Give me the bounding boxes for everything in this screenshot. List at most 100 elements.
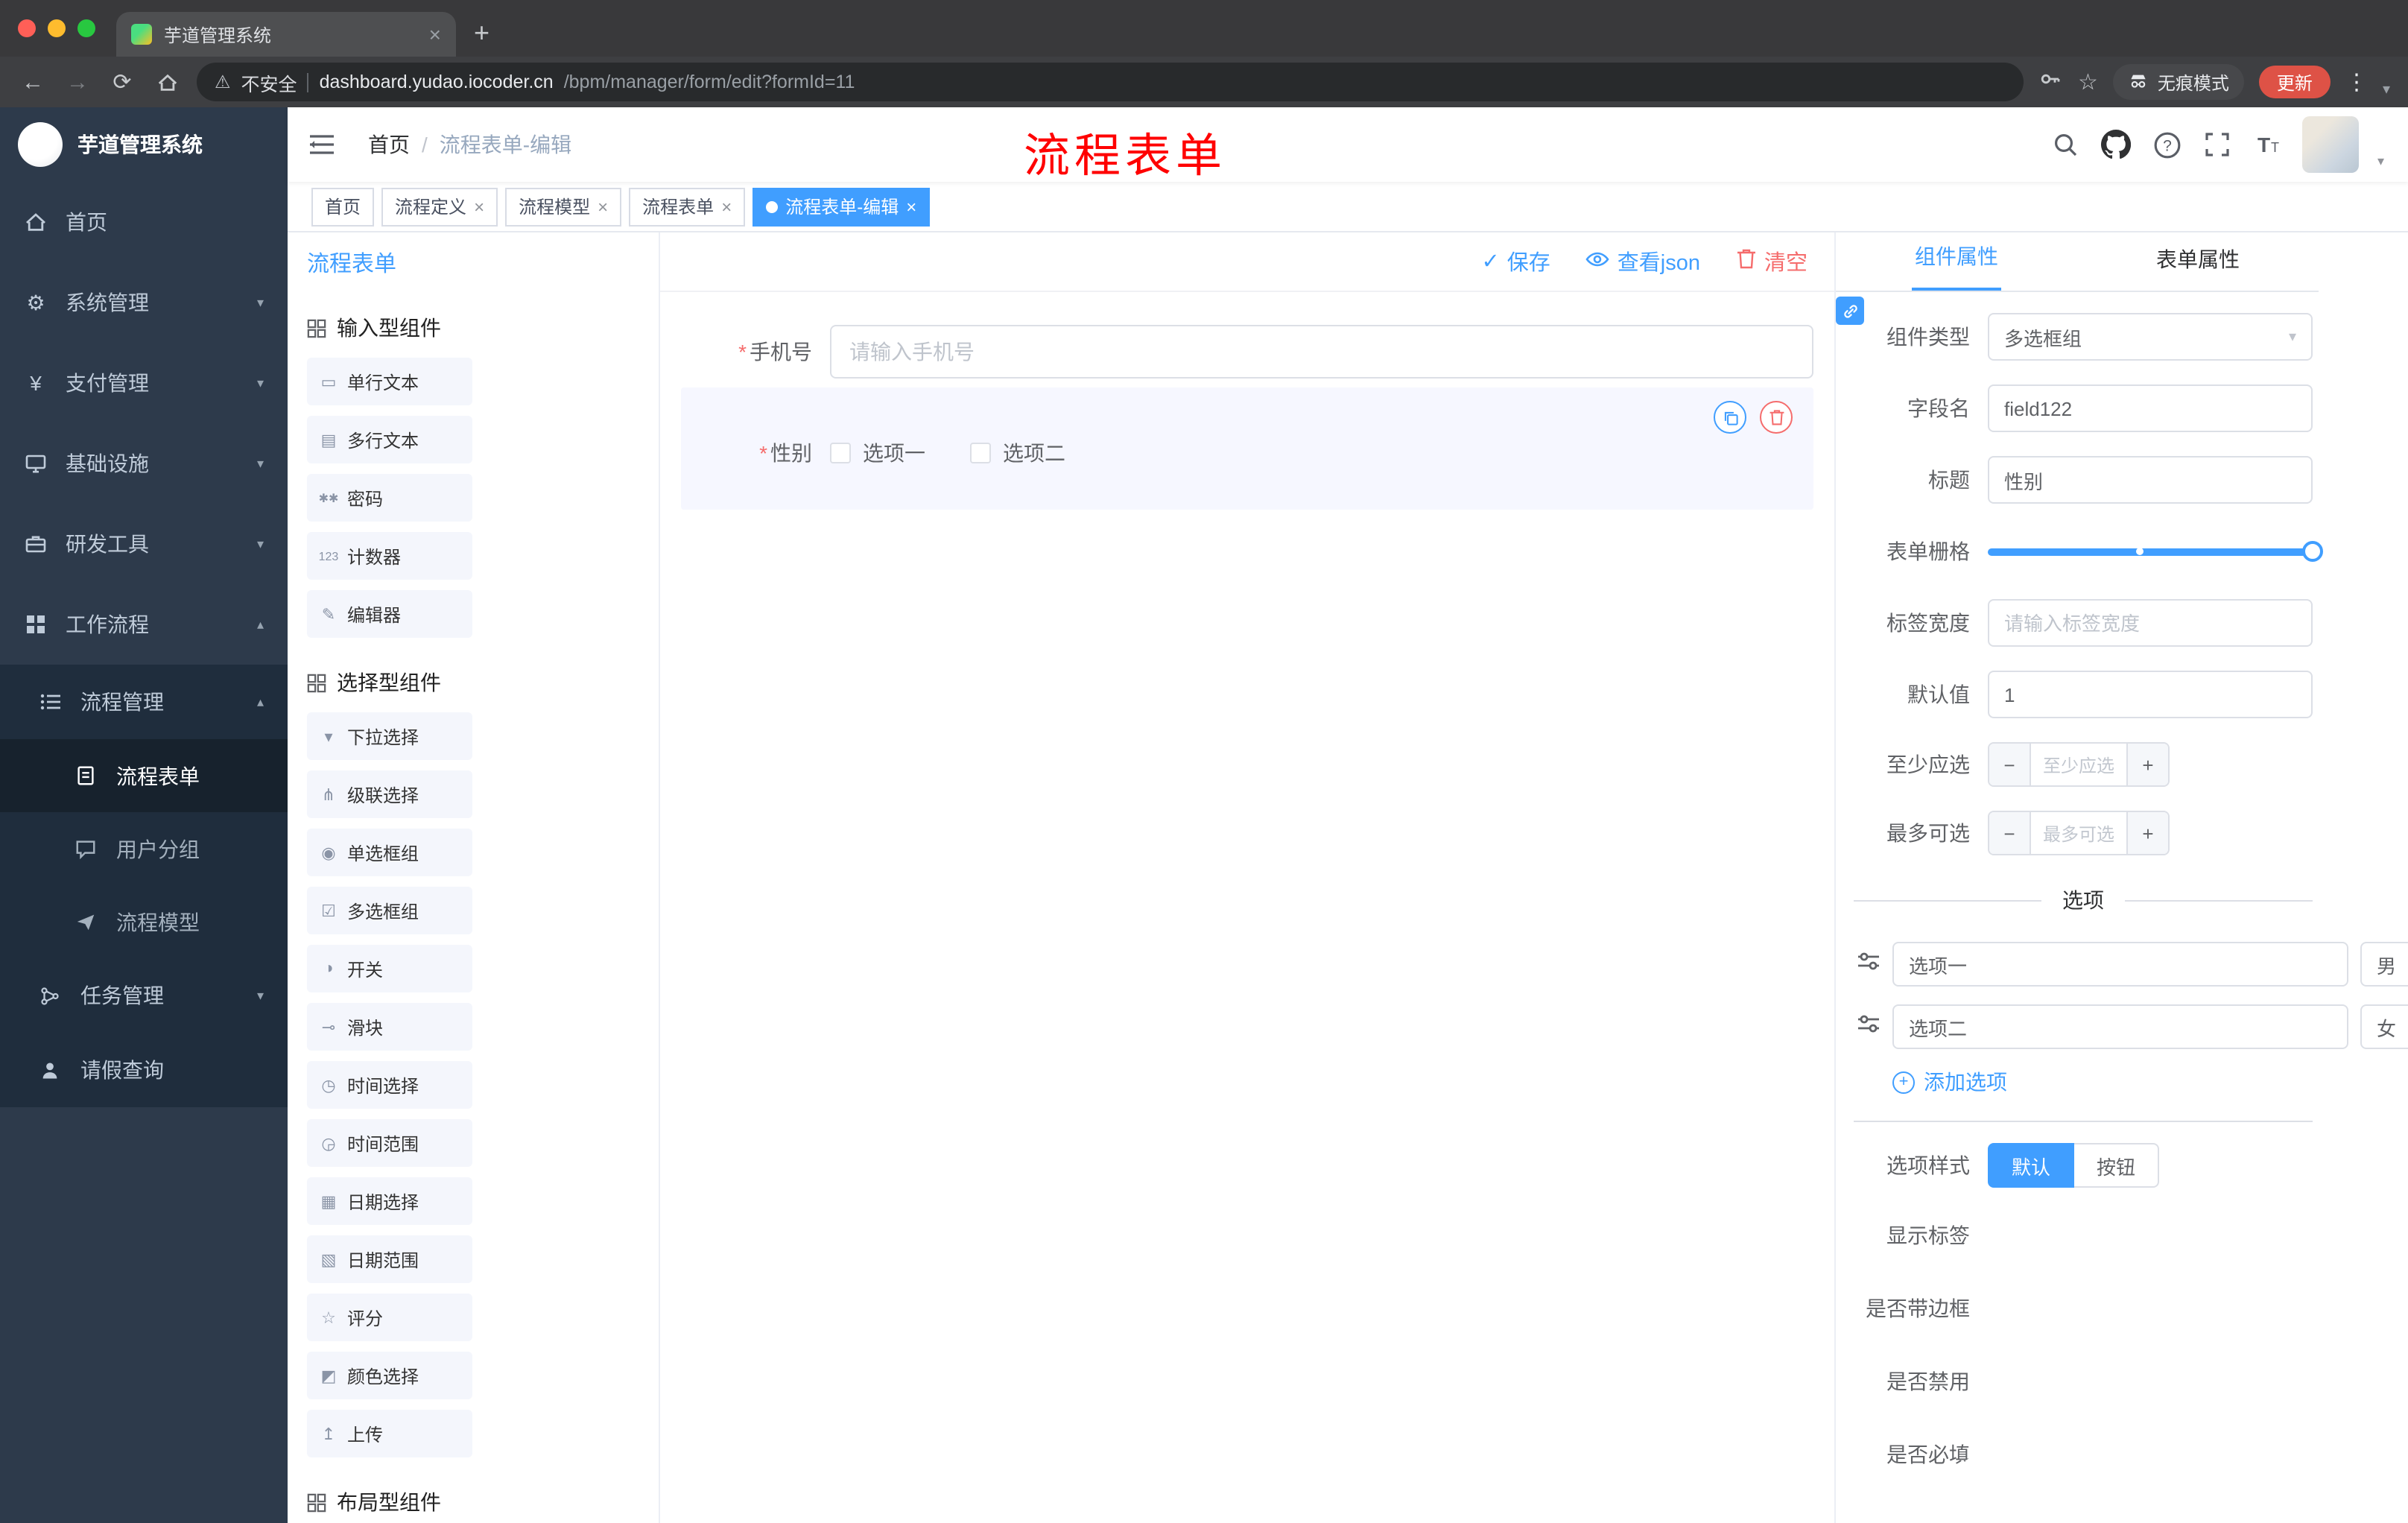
copy-item-button[interactable]	[1714, 401, 1746, 434]
tab-close-icon[interactable]: ×	[429, 22, 441, 46]
sidebar-item-task-mgmt[interactable]: 任务管理 ▾	[0, 958, 288, 1033]
style-button-button[interactable]: 按钮	[2074, 1143, 2160, 1188]
new-tab-button[interactable]: +	[474, 18, 489, 49]
min-select-value[interactable]: 至少应选	[2031, 744, 2126, 785]
font-size-icon[interactable]: TT	[2252, 128, 2285, 161]
sidebar-item-workflow[interactable]: 工作流程 ▴	[0, 584, 288, 665]
max-select-value[interactable]: 最多可选	[2031, 812, 2126, 854]
grid-slider[interactable]	[1988, 528, 2323, 575]
tag-close-icon[interactable]: ×	[598, 196, 608, 217]
tab-component-props[interactable]: 组件属性	[1836, 232, 2077, 291]
decrease-button[interactable]: −	[1989, 812, 2031, 854]
sidebar-item-process-model[interactable]: 流程模型	[0, 885, 288, 958]
link-icon[interactable]	[1836, 297, 1864, 325]
sidebar-item-process-form[interactable]: 流程表单	[0, 739, 288, 812]
increase-button[interactable]: +	[2126, 812, 2168, 854]
clear-button[interactable]: 清空	[1736, 246, 1807, 277]
palette-item-upload[interactable]: ↥ 上传	[307, 1410, 472, 1457]
browser-tab[interactable]: 芋道管理系统 ×	[116, 12, 456, 57]
bookmark-star-icon[interactable]: ☆	[2078, 69, 2098, 95]
default-value-input[interactable]	[1988, 671, 2313, 718]
help-icon[interactable]: ?	[2151, 128, 2184, 161]
reload-icon[interactable]: ⟳	[107, 69, 137, 95]
decrease-button[interactable]: −	[1989, 744, 2031, 785]
zoom-window-button[interactable]	[77, 19, 95, 37]
add-option-button[interactable]: + 添加选项	[1892, 1067, 2313, 1097]
browser-home-icon[interactable]	[152, 71, 182, 93]
palette-item-color[interactable]: ◩ 颜色选择	[307, 1352, 472, 1399]
palette-item-time[interactable]: ◷ 时间选择	[307, 1061, 472, 1109]
drag-handle-icon[interactable]	[1857, 1013, 1881, 1041]
tag-close-icon[interactable]: ×	[474, 196, 484, 217]
field-name-input[interactable]	[1988, 384, 2313, 432]
password-key-icon[interactable]	[2039, 66, 2063, 98]
back-icon[interactable]: ←	[18, 69, 48, 95]
sidebar-item-process-mgmt[interactable]: 流程管理 ▴	[0, 665, 288, 739]
tag-close-icon[interactable]: ×	[906, 196, 916, 217]
palette-item-rate[interactable]: ☆ 评分	[307, 1294, 472, 1341]
tag-process-model[interactable]: 流程模型 ×	[505, 187, 622, 226]
style-default-button[interactable]: 默认	[1988, 1143, 2075, 1188]
palette-item-textarea[interactable]: ▤ 多行文本	[307, 416, 472, 463]
avatar[interactable]	[2302, 116, 2360, 173]
palette-item-checkbox-group[interactable]: ☑ 多选框组	[307, 887, 472, 934]
palette-item-time-range[interactable]: ◶ 时间范围	[307, 1119, 472, 1167]
gender-option-2-checkbox[interactable]: 选项二	[970, 438, 1065, 468]
security-label[interactable]: 不安全	[241, 68, 297, 96]
option-2-label-input[interactable]	[1892, 1004, 2348, 1049]
field-phone[interactable]: * 手机号	[681, 325, 1813, 379]
title-input[interactable]	[1988, 456, 2313, 504]
security-warning-icon[interactable]: ⚠	[215, 72, 231, 92]
forward-icon[interactable]: →	[63, 69, 92, 95]
field-gender[interactable]: * 性别 选项一 选项二	[681, 426, 1793, 480]
slider-track[interactable]	[1988, 548, 2313, 555]
sidebar-item-devtools[interactable]: 研发工具 ▾	[0, 504, 288, 584]
palette-item-switch[interactable]: ◑ 开关	[307, 945, 472, 992]
fullscreen-icon[interactable]	[2202, 128, 2234, 161]
address-bar[interactable]: ⚠ 不安全 dashboard.yudao.iocoder.cn /bpm/ma…	[197, 63, 2024, 101]
palette-item-password[interactable]: ✱✱ 密码	[307, 474, 472, 522]
option-1-value-input[interactable]	[2360, 942, 2408, 987]
palette-item-slider[interactable]: ⊸ 滑块	[307, 1003, 472, 1051]
option-1-label-input[interactable]	[1892, 942, 2348, 987]
sidebar-item-payment[interactable]: ¥ 支付管理 ▾	[0, 343, 288, 423]
close-window-button[interactable]	[18, 19, 36, 37]
sidebar-logo[interactable]: 芋道管理系统	[0, 107, 288, 182]
palette-item-select[interactable]: ▾ 下拉选择	[307, 712, 472, 760]
palette-item-editor[interactable]: ✎ 编辑器	[307, 590, 472, 638]
phone-input[interactable]	[830, 325, 1813, 379]
tag-process-form[interactable]: 流程表单 ×	[629, 187, 746, 226]
palette-item-date-range[interactable]: ▧ 日期范围	[307, 1235, 472, 1283]
minimize-window-button[interactable]	[48, 19, 66, 37]
drag-handle-icon[interactable]	[1857, 950, 1881, 978]
sidebar-item-leave-query[interactable]: 请假查询	[0, 1033, 288, 1107]
avatar-caret-icon[interactable]: ▾	[2377, 153, 2384, 170]
browser-menu-icon[interactable]: ⋮	[2345, 69, 2368, 95]
slider-handle[interactable]	[2302, 541, 2323, 562]
tag-process-form-edit[interactable]: 流程表单-编辑 ×	[752, 187, 931, 226]
sidebar-item-user-group[interactable]: 用户分组	[0, 812, 288, 885]
toolbar-overflow-caret-icon[interactable]: ▾	[2383, 82, 2390, 98]
gender-option-1-checkbox[interactable]: 选项一	[830, 438, 925, 468]
view-json-button[interactable]: 查看json	[1586, 246, 1700, 277]
palette-item-radio-group[interactable]: ◉ 单选框组	[307, 829, 472, 876]
hamburger-icon[interactable]	[305, 128, 338, 161]
tab-form-props[interactable]: 表单属性	[2077, 232, 2319, 291]
palette-item-cascader[interactable]: ⋔ 级联选择	[307, 770, 472, 818]
tag-process-definition[interactable]: 流程定义 ×	[381, 187, 498, 226]
search-icon[interactable]	[2050, 128, 2082, 161]
sidebar-item-system[interactable]: ⚙ 系统管理 ▾	[0, 262, 288, 343]
breadcrumb-home[interactable]: 首页	[368, 130, 410, 159]
browser-update-button[interactable]: 更新	[2258, 66, 2331, 98]
field-gender-selected[interactable]: * 性别 选项一 选项二	[681, 387, 1813, 510]
delete-item-button[interactable]	[1760, 401, 1793, 434]
palette-item-single-line-text[interactable]: ▭ 单行文本	[307, 358, 472, 405]
increase-button[interactable]: +	[2126, 744, 2168, 785]
sidebar-item-home[interactable]: 首页	[0, 182, 288, 262]
drawing-board[interactable]: *手机号 *性别 选项一	[660, 292, 1834, 1523]
save-button[interactable]: ✓ 保存	[1481, 246, 1550, 277]
tag-close-icon[interactable]: ×	[721, 196, 732, 217]
tag-home[interactable]: 首页	[311, 187, 375, 226]
palette-item-date[interactable]: ▦ 日期选择	[307, 1177, 472, 1225]
palette-item-counter[interactable]: 123 计数器	[307, 532, 472, 580]
